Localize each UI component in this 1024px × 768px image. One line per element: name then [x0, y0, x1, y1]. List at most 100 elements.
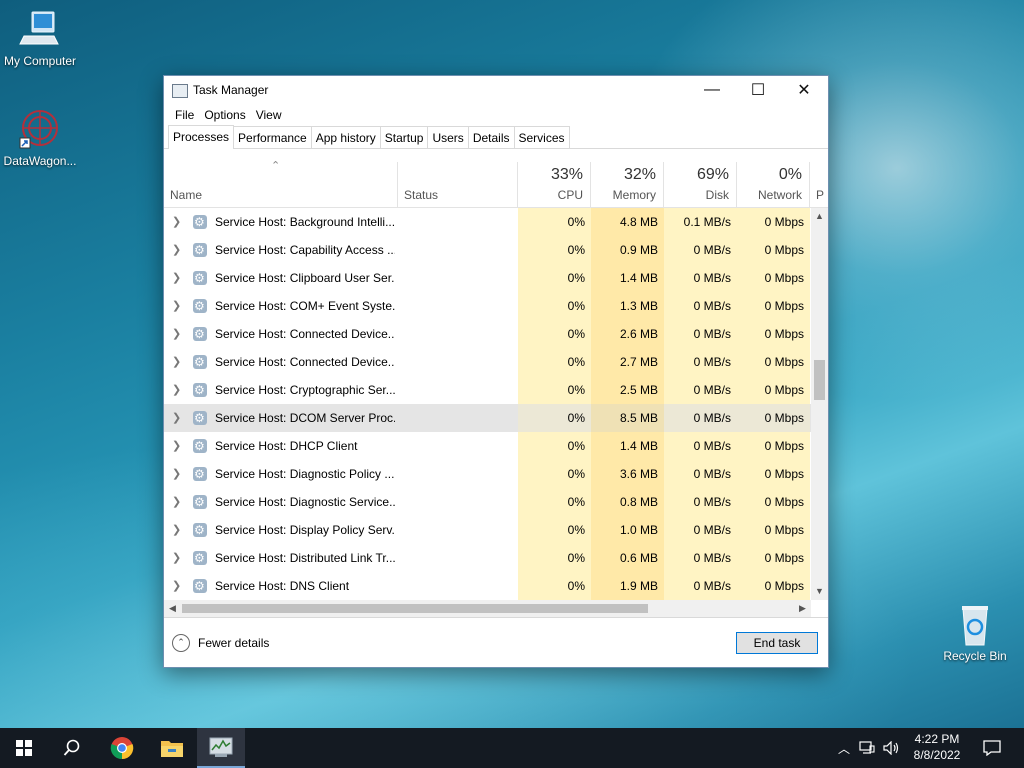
taskbar-task-manager[interactable]	[197, 728, 245, 768]
column-cpu[interactable]: 33% CPU	[518, 162, 591, 207]
clock-date: 8/8/2022	[913, 748, 961, 762]
process-memory: 0.6 MB	[591, 544, 664, 572]
table-row[interactable]: ❯ Service Host: Diagnostic Policy ... 0%3.…	[164, 460, 811, 488]
expand-chevron-icon[interactable]: ❯	[172, 488, 186, 516]
speaker-icon[interactable]	[883, 741, 901, 755]
expand-chevron-icon[interactable]: ❯	[172, 264, 186, 292]
process-disk: 0 MB/s	[664, 432, 737, 460]
scroll-left-icon[interactable]: ◀	[164, 600, 181, 617]
service-host-icon	[193, 376, 207, 404]
service-host-icon	[193, 264, 207, 292]
scroll-right-icon[interactable]: ▶	[794, 600, 811, 617]
expand-chevron-icon[interactable]: ❯	[172, 292, 186, 320]
process-disk: 0 MB/s	[664, 460, 737, 488]
desktop-icon-datawagon[interactable]: DataWagon...	[0, 108, 80, 168]
table-row[interactable]: ❯ Service Host: COM+ Event Syste... 0%1.3 …	[164, 292, 811, 320]
process-disk: 0 MB/s	[664, 320, 737, 348]
tab-startup[interactable]: Startup	[379, 126, 429, 148]
tab-details[interactable]: Details	[467, 126, 515, 148]
table-row[interactable]: ❯ Service Host: DHCP Client 0%1.4 MB0 MB/s…	[164, 432, 811, 460]
tab-processes[interactable]: Processes	[168, 125, 235, 149]
table-row[interactable]: ❯ Service Host: Clipboard User Ser... 0%1.…	[164, 264, 811, 292]
vertical-scrollbar[interactable]: ▲ ▼	[811, 208, 828, 600]
start-button[interactable]	[0, 728, 48, 768]
expand-chevron-icon[interactable]: ❯	[172, 404, 186, 432]
expand-chevron-icon[interactable]: ❯	[172, 348, 186, 376]
column-network[interactable]: 0% Network	[737, 162, 810, 207]
table-row[interactable]: ❯ Service Host: Background Intelli... 0%4.…	[164, 208, 811, 236]
table-row[interactable]: ❯ Service Host: Display Policy Serv... 0%1…	[164, 516, 811, 544]
expand-chevron-icon[interactable]: ❯	[172, 516, 186, 544]
tab-performance[interactable]: Performance	[233, 126, 312, 148]
fewer-details-button[interactable]: ⌃ Fewer details	[172, 634, 269, 652]
process-name: Service Host: DCOM Server Proc...	[215, 411, 395, 425]
system-tray: ︿	[838, 728, 901, 768]
column-disk-label: Disk	[705, 188, 729, 202]
process-network: 0 Mbps	[737, 544, 810, 572]
expand-chevron-icon[interactable]: ❯	[172, 376, 186, 404]
service-host-icon	[193, 572, 207, 600]
vertical-scroll-thumb[interactable]	[814, 360, 825, 400]
horizontal-scrollbar[interactable]: ◀ ▶	[164, 600, 811, 617]
taskbar-clock[interactable]: 4:22 PM 8/8/2022	[902, 731, 972, 763]
end-task-button[interactable]: End task	[736, 632, 818, 654]
scroll-down-icon[interactable]: ▼	[811, 583, 828, 600]
column-status[interactable]: Status	[398, 162, 518, 207]
table-row[interactable]: ❯ Service Host: Diagnostic Service... 0%0.…	[164, 488, 811, 516]
process-name: Service Host: Cryptographic Ser...	[215, 383, 395, 397]
expand-chevron-icon[interactable]: ❯	[172, 460, 186, 488]
process-name: Service Host: COM+ Event Syste...	[215, 299, 395, 313]
search-icon	[63, 739, 80, 756]
title-bar[interactable]: Task Manager — ☐ ✕	[164, 76, 828, 104]
column-power-partial[interactable]: P	[810, 162, 828, 207]
notification-icon	[983, 740, 1001, 756]
menu-options[interactable]: Options	[199, 104, 250, 126]
table-row[interactable]: ❯ Service Host: Capability Access ... 0%0.…	[164, 236, 811, 264]
service-host-icon	[193, 404, 207, 432]
table-row[interactable]: ❯ Service Host: Connected Device... 0%2.7 …	[164, 348, 811, 376]
tab-services[interactable]: Services	[513, 126, 570, 148]
close-button[interactable]: ✕	[781, 76, 827, 104]
column-memory-label: Memory	[612, 188, 656, 202]
desktop-icon-my-computer[interactable]: My Computer	[0, 8, 80, 68]
column-disk[interactable]: 69% Disk	[664, 162, 737, 207]
tab-users[interactable]: Users	[427, 126, 469, 148]
expand-chevron-icon[interactable]: ❯	[172, 320, 186, 348]
table-row[interactable]: ❯Service Host: Distributed Link Tr...0%0…	[164, 544, 811, 572]
column-name[interactable]: ⌃ Name	[164, 160, 398, 207]
desktop-icon-recycle-bin[interactable]: Recycle Bin	[935, 603, 1015, 663]
service-host-icon	[193, 516, 207, 544]
expand-chevron-icon[interactable]: ❯	[172, 236, 186, 264]
process-disk: 0 MB/s	[664, 236, 737, 264]
action-center-button[interactable]	[970, 728, 1014, 768]
table-row[interactable]: ❯ Service Host: DCOM Server Proc... 0%8.5 …	[164, 404, 811, 432]
minimize-button[interactable]: —	[689, 76, 735, 104]
column-memory[interactable]: 32% Memory	[591, 162, 664, 207]
scroll-up-icon[interactable]: ▲	[811, 208, 828, 225]
process-network: 0 Mbps	[737, 376, 810, 404]
expand-chevron-icon[interactable]: ❯	[172, 432, 186, 460]
table-row[interactable]: ❯ Service Host: Connected Device... 0%2.6 …	[164, 320, 811, 348]
taskbar-chrome[interactable]	[98, 728, 146, 768]
menu-file[interactable]: File	[170, 104, 199, 126]
horizontal-scroll-thumb[interactable]	[182, 604, 648, 613]
table-row[interactable]: ❯ Service Host: Cryptographic Ser... 0%2.5…	[164, 376, 811, 404]
process-cpu: 0%	[518, 404, 591, 432]
network-icon[interactable]	[859, 741, 875, 755]
menu-view[interactable]: View	[251, 104, 287, 126]
chevron-up-icon[interactable]: ︿	[838, 740, 850, 757]
search-button[interactable]	[48, 728, 96, 768]
expand-chevron-icon[interactable]: ❯	[172, 572, 186, 600]
process-network: 0 Mbps	[737, 432, 810, 460]
expand-chevron-icon[interactable]: ❯	[172, 544, 186, 572]
expand-chevron-icon[interactable]: ❯	[172, 208, 186, 236]
table-row[interactable]: ❯ Service Host: DNS Client 0%1.9 MB0 MB/s0…	[164, 572, 811, 600]
maximize-icon: ☐	[750, 82, 766, 99]
taskbar-file-explorer[interactable]	[148, 728, 196, 768]
desktop-icon-label: My Computer	[3, 54, 77, 68]
tab-app-history[interactable]: App history	[310, 126, 381, 148]
process-cpu: 0%	[518, 488, 591, 516]
column-header: ⌃ Name Status 33% CPU 32% Memory 69% Dis…	[164, 160, 828, 208]
maximize-button[interactable]: ☐	[735, 76, 781, 104]
process-network: 0 Mbps	[737, 516, 810, 544]
